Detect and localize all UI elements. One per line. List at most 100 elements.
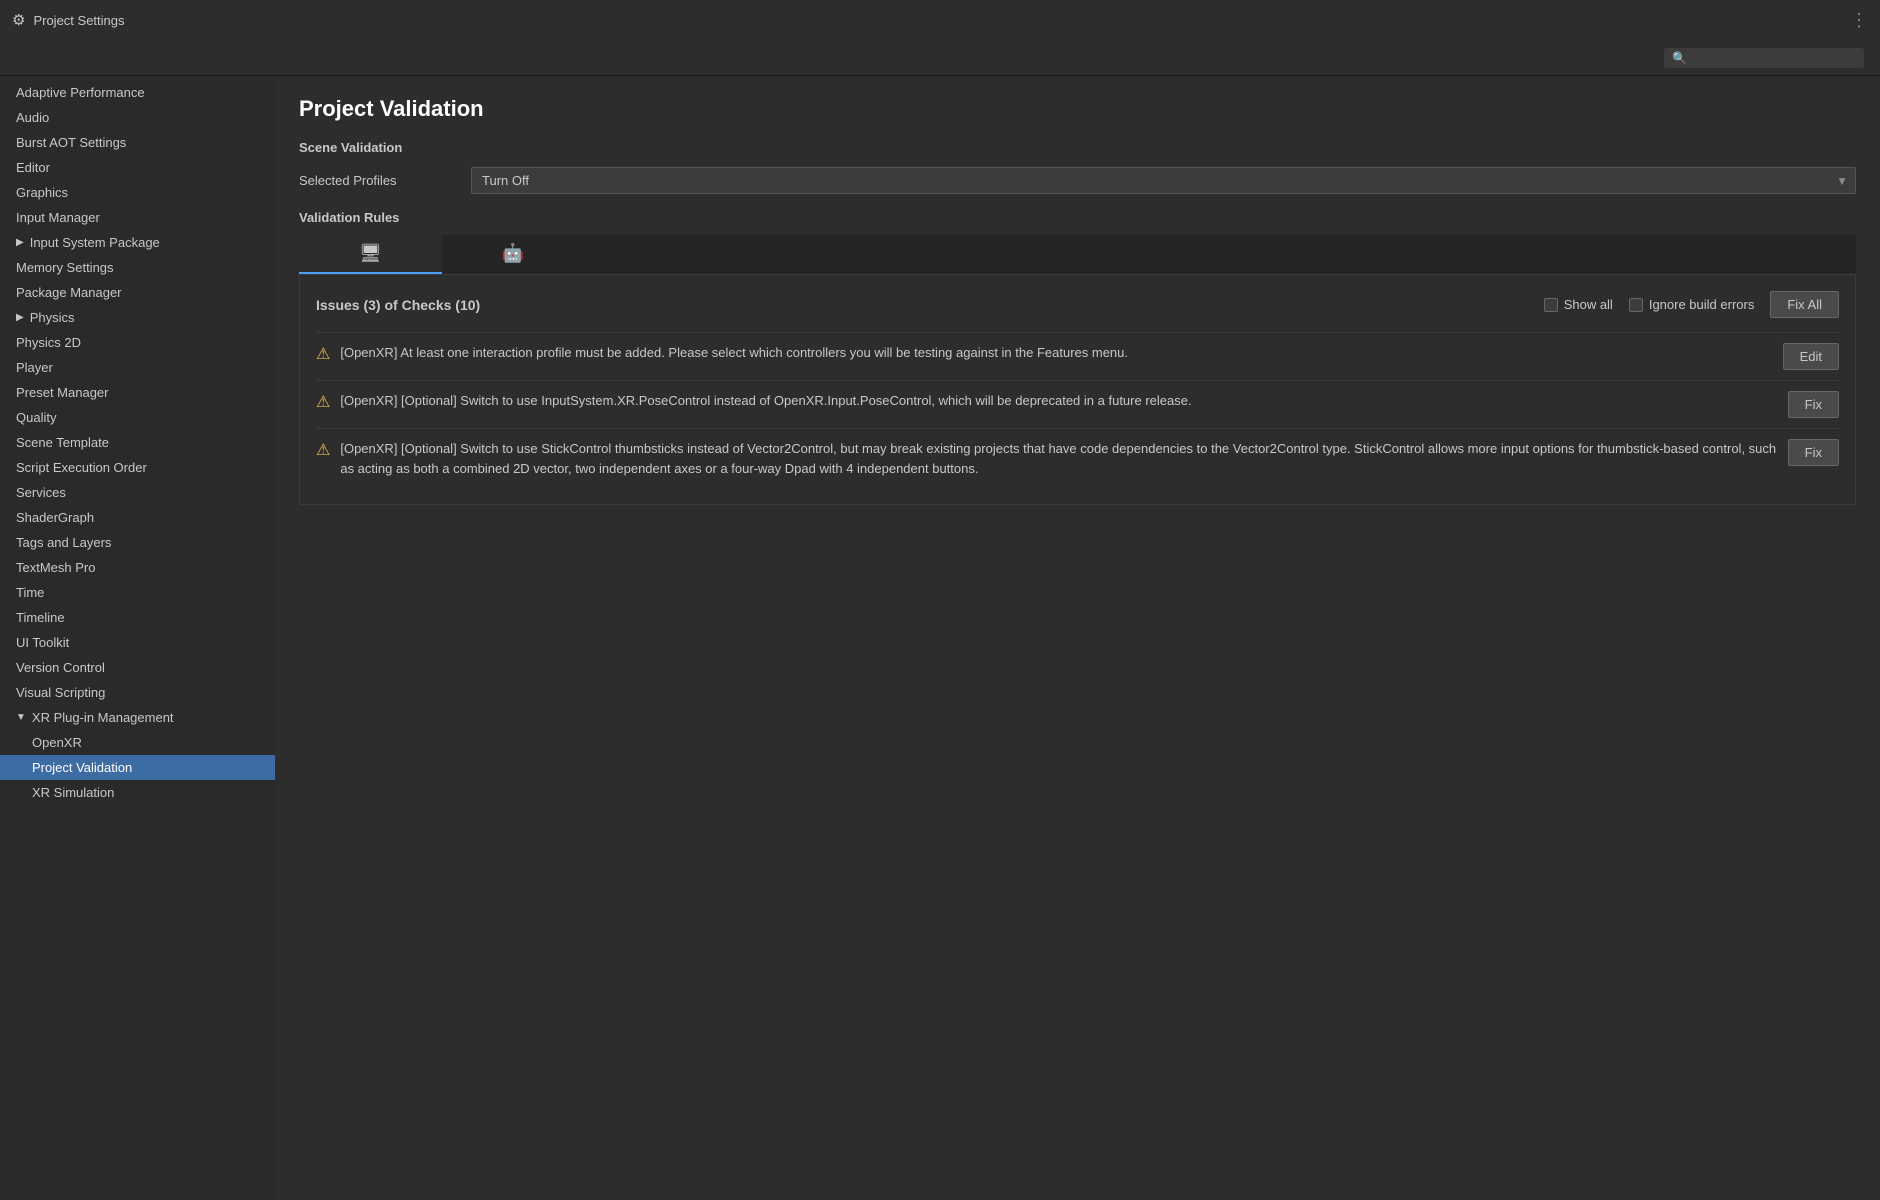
ignore-build-errors-checkbox[interactable] bbox=[1629, 298, 1643, 312]
issue-row-0: ⚠[OpenXR] At least one interaction profi… bbox=[316, 332, 1839, 380]
sidebar-item-input-system-package[interactable]: ▶ Input System Package bbox=[0, 230, 275, 255]
sidebar-item-physics-2d[interactable]: Physics 2D bbox=[0, 330, 275, 355]
sidebar-item-physics[interactable]: ▶ Physics bbox=[0, 305, 275, 330]
issue-text: [OpenXR] [Optional] Switch to use StickC… bbox=[340, 439, 1777, 478]
sidebar-item-preset-manager[interactable]: Preset Manager bbox=[0, 380, 275, 405]
sidebar-item-label: Physics 2D bbox=[16, 335, 81, 350]
sidebar-item-label: Burst AOT Settings bbox=[16, 135, 126, 150]
issue-row-1: ⚠ [OpenXR] [Optional] Switch to use Input… bbox=[316, 380, 1839, 428]
sidebar-item-xr-plug-in-management[interactable]: ▼XR Plug-in Management bbox=[0, 705, 275, 730]
page-title: Project Validation bbox=[299, 96, 1856, 122]
sidebar-item-label: Preset Manager bbox=[16, 385, 109, 400]
warning-icon: ⚠ bbox=[316, 440, 330, 460]
sidebar-item-label: TextMesh Pro bbox=[16, 560, 95, 575]
sidebar-item-label: XR Plug-in Management bbox=[32, 710, 174, 725]
sidebar-item-package-manager[interactable]: Package Manager bbox=[0, 280, 275, 305]
sidebar-item-label: Script Execution Order bbox=[16, 460, 147, 475]
show-all-label[interactable]: Show all bbox=[1544, 297, 1613, 312]
selected-profiles-dropdown-wrapper: Turn OffCustom Profile ▼ bbox=[471, 167, 1856, 194]
chevron-icon: ▶ bbox=[16, 237, 24, 248]
tab-desktop[interactable]: 🖥 bbox=[299, 235, 442, 274]
sidebar-item-editor[interactable]: Editor bbox=[0, 155, 275, 180]
sidebar-item-ui-toolkit[interactable]: UI Toolkit bbox=[0, 630, 275, 655]
issue-text: [OpenXR] [Optional] Switch to use InputS… bbox=[340, 391, 1777, 411]
sidebar-item-label: Package Manager bbox=[16, 285, 122, 300]
issues-title: Issues (3) of Checks (10) bbox=[316, 297, 1528, 313]
sidebar-item-scene-template[interactable]: Scene Template bbox=[0, 430, 275, 455]
sidebar-item-tags-and-layers[interactable]: Tags and Layers bbox=[0, 530, 275, 555]
gear-icon: ⚙ bbox=[12, 11, 25, 29]
sidebar: Adaptive Performance Audio Burst AOT Setti… bbox=[0, 76, 275, 1200]
sidebar-item-textmesh-pro[interactable]: TextMesh Pro bbox=[0, 555, 275, 580]
sidebar-item-label: Graphics bbox=[16, 185, 68, 200]
sidebar-item-label: Visual Scripting bbox=[16, 685, 105, 700]
issues-panel: Issues (3) of Checks (10) Show all Ignor… bbox=[299, 274, 1856, 505]
sidebar-item-input-manager[interactable]: Input Manager bbox=[0, 205, 275, 230]
title-bar-left: ⚙ Project Settings bbox=[12, 11, 125, 29]
sidebar-item-services[interactable]: Services bbox=[0, 480, 275, 505]
sidebar-item-label: Editor bbox=[16, 160, 50, 175]
warning-icon: ⚠ bbox=[316, 344, 330, 364]
sidebar-item-label: OpenXR bbox=[32, 735, 82, 750]
right-panel: Project Validation Scene Validation Sele… bbox=[275, 76, 1880, 1200]
sidebar-item-label: XR Simulation bbox=[32, 785, 114, 800]
sidebar-item-label: Project Validation bbox=[32, 760, 132, 775]
main-content: Adaptive Performance Audio Burst AOT Setti… bbox=[0, 76, 1880, 1200]
sidebar-item-time[interactable]: Time bbox=[0, 580, 275, 605]
selected-profiles-row: Selected Profiles Turn OffCustom Profile… bbox=[299, 167, 1856, 194]
sidebar-item-visual-scripting[interactable]: Visual Scripting bbox=[0, 680, 275, 705]
sidebar-item-label: ShaderGraph bbox=[16, 510, 94, 525]
fix-button-1[interactable]: Fix bbox=[1788, 391, 1839, 418]
sidebar-item-xr-simulation[interactable]: XR Simulation bbox=[0, 780, 275, 805]
search-input[interactable] bbox=[1693, 51, 1856, 65]
search-icon: 🔍 bbox=[1672, 51, 1687, 65]
sidebar-item-label: Scene Template bbox=[16, 435, 109, 450]
sidebar-item-label: Physics bbox=[30, 310, 75, 325]
tab-bar: 🖥 🤖 bbox=[299, 235, 1856, 274]
issues-list: ⚠[OpenXR] At least one interaction profi… bbox=[316, 332, 1839, 488]
more-options-icon[interactable]: ⋮ bbox=[1850, 10, 1868, 31]
scene-validation-section-label: Scene Validation bbox=[299, 140, 1856, 155]
search-wrapper: 🔍 bbox=[1664, 48, 1864, 68]
sidebar-item-audio[interactable]: Audio bbox=[0, 105, 275, 130]
search-bar-area: 🔍 bbox=[0, 40, 1880, 76]
sidebar-item-label: Memory Settings bbox=[16, 260, 114, 275]
sidebar-item-label: Time bbox=[16, 585, 44, 600]
sidebar-item-player[interactable]: Player bbox=[0, 355, 275, 380]
warning-icon: ⚠ bbox=[316, 392, 330, 412]
sidebar-item-label: Quality bbox=[16, 410, 56, 425]
show-all-checkbox[interactable] bbox=[1544, 298, 1558, 312]
sidebar-item-timeline[interactable]: Timeline bbox=[0, 605, 275, 630]
sidebar-item-project-validation[interactable]: Project Validation bbox=[0, 755, 275, 780]
tab-android[interactable]: 🤖 bbox=[442, 235, 584, 274]
sidebar-item-script-execution-order[interactable]: Script Execution Order bbox=[0, 455, 275, 480]
sidebar-item-label: Input Manager bbox=[16, 210, 100, 225]
title-bar: ⚙ Project Settings ⋮ bbox=[0, 0, 1880, 40]
sidebar-item-label: Adaptive Performance bbox=[16, 85, 145, 100]
sidebar-item-version-control[interactable]: Version Control bbox=[0, 655, 275, 680]
sidebar-item-shadergraph[interactable]: ShaderGraph bbox=[0, 505, 275, 530]
sidebar-item-burst-aot-settings[interactable]: Burst AOT Settings bbox=[0, 130, 275, 155]
sidebar-item-label: Audio bbox=[16, 110, 49, 125]
sidebar-item-label: Player bbox=[16, 360, 53, 375]
sidebar-item-adaptive-performance[interactable]: Adaptive Performance bbox=[0, 80, 275, 105]
sidebar-item-label: Tags and Layers bbox=[16, 535, 111, 550]
selected-profiles-label: Selected Profiles bbox=[299, 173, 459, 188]
selected-profiles-dropdown[interactable]: Turn OffCustom Profile bbox=[471, 167, 1856, 194]
window-title: Project Settings bbox=[33, 13, 124, 28]
ignore-build-errors-text: Ignore build errors bbox=[1649, 297, 1755, 312]
sidebar-item-graphics[interactable]: Graphics bbox=[0, 180, 275, 205]
issue-row-2: ⚠ [OpenXR] [Optional] Switch to use Stick… bbox=[316, 428, 1839, 488]
fix-button-2[interactable]: Fix bbox=[1788, 439, 1839, 466]
ignore-build-errors-label[interactable]: Ignore build errors bbox=[1629, 297, 1755, 312]
sidebar-item-label: Input System Package bbox=[30, 235, 160, 250]
sidebar-item-label: Services bbox=[16, 485, 66, 500]
fix-all-button[interactable]: Fix All bbox=[1770, 291, 1839, 318]
chevron-icon: ▶ bbox=[16, 312, 24, 323]
validation-rules-section-label: Validation Rules bbox=[299, 210, 1856, 225]
edit-button-0[interactable]: Edit bbox=[1783, 343, 1839, 370]
sidebar-item-quality[interactable]: Quality bbox=[0, 405, 275, 430]
sidebar-item-memory-settings[interactable]: Memory Settings bbox=[0, 255, 275, 280]
sidebar-item-openxr[interactable]: OpenXR bbox=[0, 730, 275, 755]
issues-header: Issues (3) of Checks (10) Show all Ignor… bbox=[316, 291, 1839, 318]
